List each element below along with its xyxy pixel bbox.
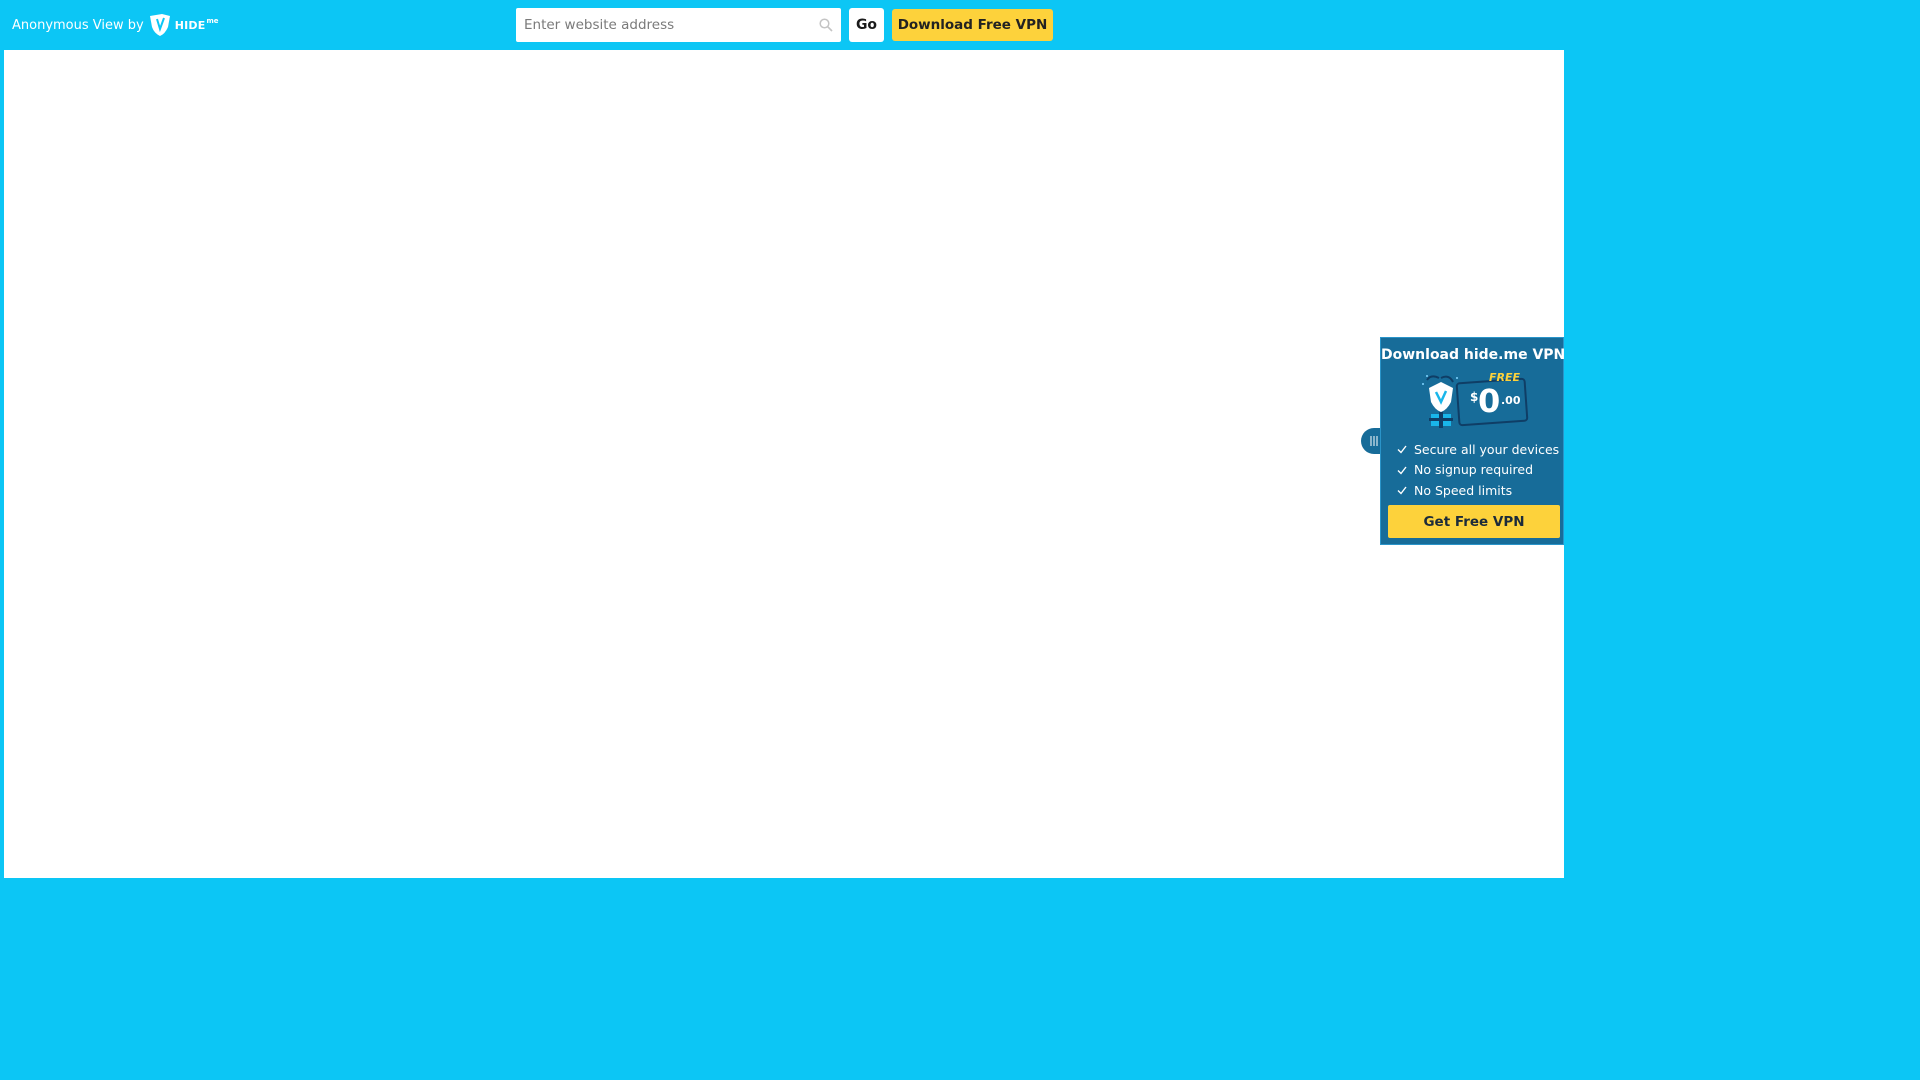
search-box [516,8,841,42]
top-bar: Anonymous View by HIDE me Go Download Fr… [0,0,1568,50]
search-input[interactable] [516,8,812,42]
promo-price-graphic: FREE $ 0 .00 [1417,370,1533,430]
feature-item: No signup required [1397,460,1559,481]
feature-item: Secure all your devices [1397,439,1559,460]
feature-label: No Speed limits [1414,482,1513,498]
feature-label: No signup required [1414,462,1534,478]
feature-item: No Speed limits [1397,480,1559,501]
price-decimal: .00 [1501,394,1521,407]
price-integer: 0 [1478,382,1501,420]
proxied-page-frame[interactable] [4,50,1564,878]
promo-title: Download hide.me VPN [1381,347,1566,363]
brand-text: Anonymous View by [12,17,144,33]
check-icon [1397,466,1407,475]
search-icon[interactable] [819,18,833,32]
logo-word: HIDE [174,18,206,32]
hideme-logo[interactable]: HIDE me [149,13,219,37]
logo-sup: me [206,17,219,25]
download-free-vpn-button[interactable]: Download Free VPN [892,9,1053,41]
brand[interactable]: Anonymous View by HIDE me [12,13,219,37]
check-icon [1397,445,1407,454]
feature-label: Secure all your devices [1414,441,1560,457]
feature-list: Secure all your devices No signup requir… [1397,439,1559,501]
check-icon [1397,486,1407,495]
vpn-promo-panel: Download hide.me VPN FREE $ 0 .00 Secure… [1380,337,1566,545]
go-button[interactable]: Go [849,8,884,42]
get-free-vpn-button[interactable]: Get Free VPN [1388,505,1560,538]
hideme-logo-icon [149,14,170,36]
grip-icon [1370,436,1378,446]
